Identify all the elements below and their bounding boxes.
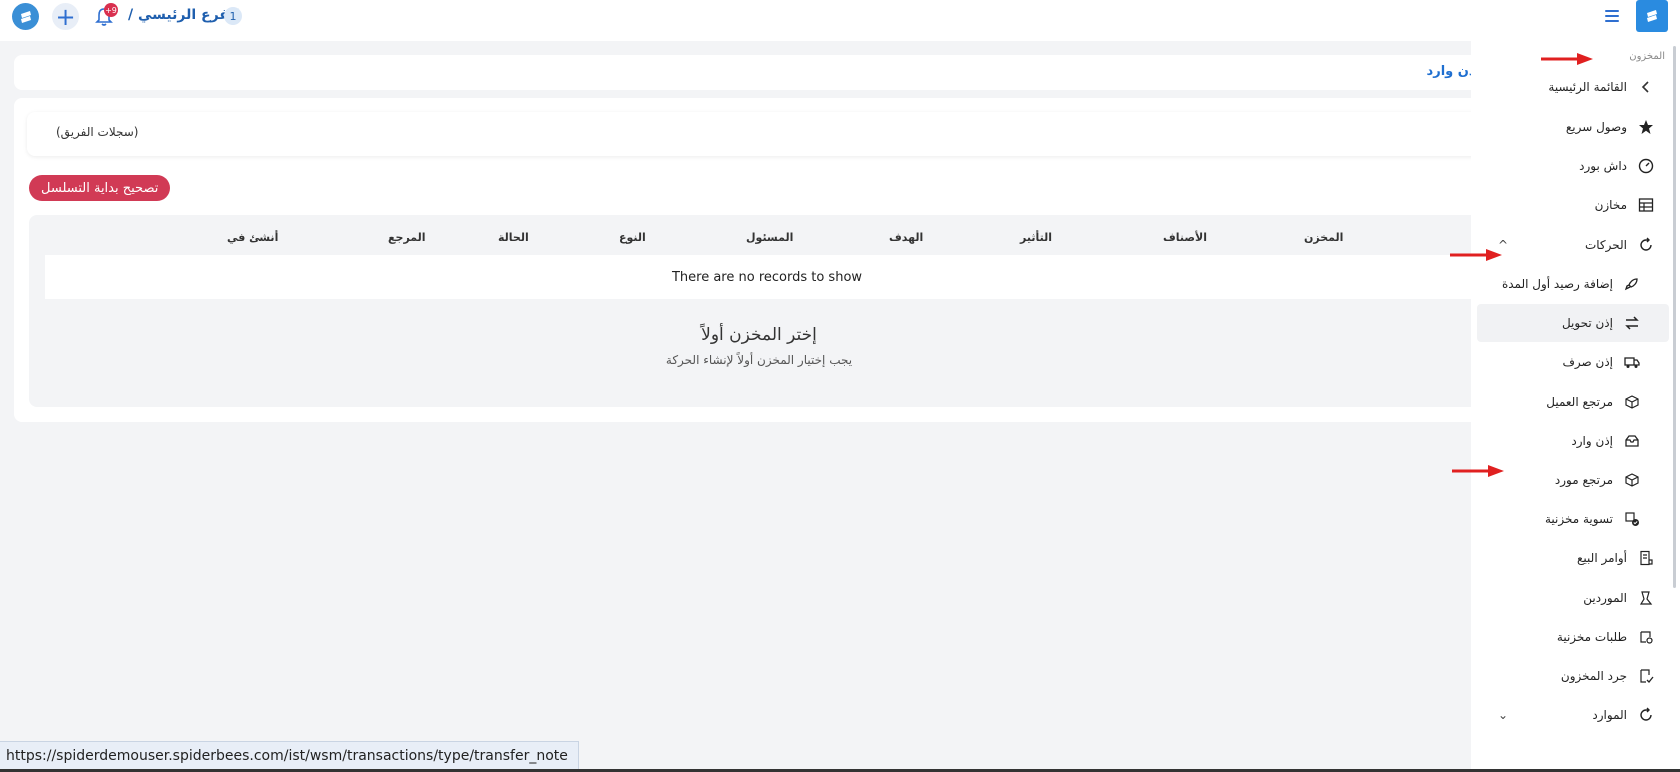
request-icon: [1635, 626, 1657, 648]
records-table: المخزن الأصناف التأثير الهدف المسئول الن…: [29, 215, 1489, 407]
column-header-type[interactable]: النوع: [619, 231, 646, 244]
sidebar-item-label: الموارد: [1592, 708, 1627, 722]
box-check-icon: [1621, 508, 1643, 530]
box-return-icon: [1621, 391, 1643, 413]
truck-icon: [1621, 351, 1643, 373]
chevron-down-icon: ⌄: [1498, 708, 1509, 722]
sidebar-item-resources[interactable]: الموارد ⌄: [1477, 696, 1669, 734]
box-return-icon: [1621, 469, 1643, 491]
annotation-arrow-icon: [1450, 249, 1502, 261]
rocket-icon: [1621, 273, 1643, 295]
sidebar-item-quick-access[interactable]: وصول سريع: [1477, 108, 1669, 146]
stocktake-icon: [1635, 665, 1657, 687]
sidebar-item-stock-requests[interactable]: طلبات مخزنية: [1477, 618, 1669, 656]
sidebar-item-label: مرتجع العميل: [1546, 395, 1613, 409]
team-records-link[interactable]: (سجلات الفريق): [56, 125, 138, 139]
brand-logo-icon[interactable]: [1636, 0, 1668, 32]
sidebar-item-issue-note[interactable]: إذن صرف: [1477, 343, 1669, 381]
browser-status-url: https://spiderdemouser.spiderbees.com/is…: [0, 741, 579, 769]
column-header-warehouse[interactable]: المخزن: [1304, 231, 1343, 244]
sidebar-item-warehouses[interactable]: مخازن: [1477, 186, 1669, 224]
add-icon[interactable]: +: [52, 3, 79, 30]
sidebar-item-label: الحركات: [1584, 238, 1627, 252]
notification-badge: +9: [104, 3, 118, 17]
column-header-effect[interactable]: التأثير: [1020, 231, 1052, 244]
sidebar-item-label: تسوية مخزنية: [1544, 512, 1613, 526]
refresh-icon: [1635, 234, 1657, 256]
sidebar-item-customer-return[interactable]: مرتجع العميل: [1477, 383, 1669, 421]
no-records-row: There are no records to show: [45, 255, 1489, 299]
chevron-left-icon: [1635, 76, 1657, 98]
sidebar-item-label: مخازن: [1594, 198, 1627, 212]
sidebar-item-label: إضافة رصيد أول المدة: [1501, 277, 1613, 291]
column-header-reference[interactable]: المرجع: [388, 231, 426, 244]
sidebar-item-main-menu[interactable]: القائمة الرئيسية: [1477, 68, 1669, 106]
sidebar-item-suppliers[interactable]: الموردين: [1477, 579, 1669, 617]
app-logo-icon[interactable]: [12, 3, 39, 30]
sidebar-item-label: مرتجع مورد: [1554, 473, 1613, 487]
sidebar-item-label: إذن تحويل: [1561, 316, 1613, 330]
sidebar-section-title: المخزون: [1629, 51, 1665, 62]
sidebar-item-receipt-note[interactable]: إذن وارد: [1477, 422, 1669, 460]
sidebar-item-label: القائمة الرئيسية: [1548, 80, 1627, 94]
sidebar-item-transactions[interactable]: الحركات ^: [1477, 226, 1669, 264]
fix-sequence-button[interactable]: تصحيح بداية التسلسل: [29, 175, 171, 201]
sidebar-item-label: الموردين: [1583, 591, 1627, 605]
annotation-arrow-icon: [1541, 53, 1593, 65]
sidebar-item-label: طلبات مخزنية: [1556, 630, 1627, 644]
sidebar-item-opening-balance[interactable]: إضافة رصيد أول المدة: [1477, 265, 1669, 303]
sidebar: المخزون القائمة الرئيسية وصول سريع داش ب…: [1471, 41, 1680, 772]
sidebar-item-stock-adjustment[interactable]: تسوية مخزنية: [1477, 500, 1669, 538]
sidebar-item-dashboard[interactable]: داش بورد: [1477, 147, 1669, 185]
column-header-created-at[interactable]: أنشئ في: [227, 231, 278, 244]
sidebar-item-label: جرد المخزون: [1560, 669, 1627, 683]
transfer-icon: [1621, 312, 1643, 334]
supplier-icon: [1635, 587, 1657, 609]
filter-box: (سجلات الفريق): [27, 112, 1487, 156]
column-header-items[interactable]: الأصناف: [1163, 231, 1207, 244]
sidebar-item-label: داش بورد: [1579, 159, 1627, 173]
sidebar-item-sales-orders[interactable]: أوامر البيع: [1477, 539, 1669, 577]
gauge-icon: [1635, 155, 1657, 177]
sidebar-item-label: أوامر البيع: [1577, 551, 1627, 565]
column-header-responsible[interactable]: المسئول: [746, 231, 793, 244]
branch-count-badge: 1: [224, 7, 242, 25]
star-icon: [1635, 116, 1657, 138]
refresh-icon: [1635, 704, 1657, 726]
column-header-target[interactable]: الهدف: [889, 231, 923, 244]
empty-state-subtitle: يجب إختيار المخزن أولاً لإنشاء الحركة: [665, 353, 853, 367]
main-card: (سجلات الفريق) تصحيح بداية التسلسل المخز…: [14, 98, 1494, 422]
sidebar-item-label: إذن صرف: [1562, 355, 1613, 369]
sidebar-item-stocktake[interactable]: جرد المخزون: [1477, 657, 1669, 695]
branch-selector[interactable]: الفرع الرئيسي /: [128, 7, 239, 23]
empty-state-title: إختر المخزن أولاً: [701, 325, 817, 345]
column-header-status[interactable]: الحالة: [498, 231, 529, 244]
top-bar: + +9 الفرع الرئيسي / 1: [0, 0, 1680, 41]
sidebar-item-supplier-return[interactable]: مرتجع مورد: [1477, 461, 1669, 499]
page-header-card: إذن وارد: [14, 55, 1494, 90]
warehouse-icon: [1635, 194, 1657, 216]
sidebar-item-transfer-note[interactable]: إذن تحويل: [1477, 304, 1669, 342]
annotation-arrow-icon: [1452, 465, 1504, 477]
menu-toggle-icon[interactable]: [1603, 7, 1621, 25]
inbox-icon: [1621, 430, 1643, 452]
sidebar-item-label: وصول سريع: [1565, 120, 1627, 134]
order-icon: [1635, 547, 1657, 569]
sidebar-scrollbar[interactable]: [1673, 46, 1676, 588]
sidebar-item-label: إذن وارد: [1571, 434, 1613, 448]
